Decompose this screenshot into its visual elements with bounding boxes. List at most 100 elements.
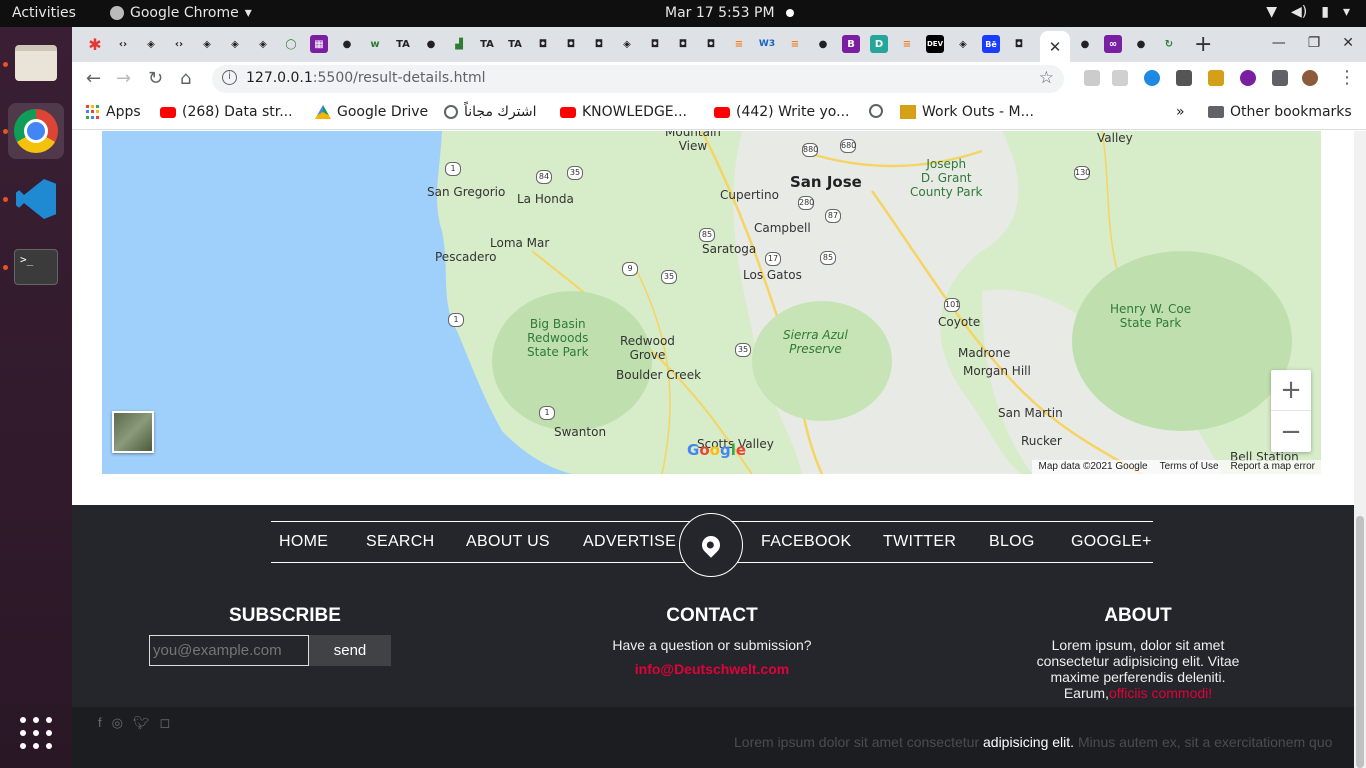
- more-bookmarks-chevron-icon[interactable]: »: [1176, 104, 1185, 120]
- profile-avatar[interactable]: [1302, 70, 1318, 86]
- footer-nav-advertise[interactable]: ADVERTISE: [583, 533, 676, 551]
- bookmark-apps[interactable]: Apps: [86, 104, 141, 120]
- footer-nav-twitter[interactable]: TWITTER: [883, 533, 956, 551]
- tab-favicon-github-icon[interactable]: ●: [1132, 35, 1150, 53]
- kebab-menu-icon[interactable]: ⋮: [1338, 67, 1356, 88]
- extension-icon[interactable]: [1084, 70, 1100, 86]
- tab-favicon-github-icon[interactable]: ●: [338, 35, 356, 53]
- dock-chrome[interactable]: [8, 103, 64, 159]
- tab-favicon-behance-icon[interactable]: Bē: [982, 35, 1000, 53]
- zoom-out-button[interactable]: −: [1271, 411, 1311, 452]
- map-report-link[interactable]: Report a map error: [1231, 461, 1315, 473]
- home-icon[interactable]: ⌂: [180, 68, 191, 89]
- location-pin-button[interactable]: [679, 513, 743, 577]
- extension-k-icon[interactable]: [1144, 70, 1160, 86]
- reload-icon[interactable]: ↻: [148, 68, 163, 89]
- page-scrollbar[interactable]: [1354, 131, 1366, 768]
- bookmark-item[interactable]: KNOWLEDGE...: [560, 104, 687, 120]
- subscribe-send-button[interactable]: send: [309, 635, 391, 666]
- tab-favicon-circle-icon[interactable]: ◯: [282, 35, 300, 53]
- tab-favicon-d-icon[interactable]: D: [870, 35, 888, 53]
- google-map[interactable]: Mountain View Valley San Jose Joseph D. …: [102, 131, 1321, 474]
- tab-favicon-box-icon[interactable]: ◘: [534, 35, 552, 53]
- dock-vscode[interactable]: [8, 171, 64, 227]
- twitter-icon[interactable]: 🐦︎: [133, 715, 150, 731]
- map-terms-link[interactable]: Terms of Use: [1160, 461, 1219, 473]
- tab-favicon-stackoverflow-icon[interactable]: ≡: [898, 35, 916, 53]
- tab-favicon-codepen-icon[interactable]: ◈: [226, 35, 244, 53]
- site-info-icon[interactable]: i: [222, 70, 237, 85]
- tab-favicon-github-icon[interactable]: ●: [814, 35, 832, 53]
- minimize-icon[interactable]: —: [1272, 35, 1286, 51]
- show-apps-icon[interactable]: [20, 717, 52, 749]
- tab-favicon-box-icon[interactable]: ◘: [702, 35, 720, 53]
- tab-favicon-code-icon[interactable]: ‹›: [114, 35, 132, 53]
- bookmark-item[interactable]: [869, 104, 889, 118]
- activities-button[interactable]: Activities: [12, 5, 76, 21]
- tab-favicon-codepen-icon[interactable]: ◈: [618, 35, 636, 53]
- footer-nav-search[interactable]: SEARCH: [366, 533, 434, 551]
- footer-nav-google-plus[interactable]: GOOGLE+: [1071, 533, 1152, 551]
- tab-favicon-github-icon[interactable]: ●: [1076, 35, 1094, 53]
- footer-nav-blog[interactable]: BLOG: [989, 533, 1035, 551]
- tab-favicon-refresh-icon[interactable]: ↻: [1160, 35, 1178, 53]
- back-icon[interactable]: ←: [86, 68, 101, 89]
- tab-favicon-w3-icon[interactable]: W3: [758, 35, 776, 53]
- satellite-toggle-button[interactable]: [112, 411, 154, 453]
- bookmark-item[interactable]: اشترك مجاناً: [444, 104, 537, 120]
- tab-favicon-box-icon[interactable]: ◘: [590, 35, 608, 53]
- footer-nav-facebook[interactable]: FACEBOOK: [761, 533, 851, 551]
- system-tray[interactable]: ▼ ◀) ▮ ▾: [1266, 4, 1350, 20]
- tab-favicon-w-icon[interactable]: w: [366, 35, 384, 53]
- system-clock[interactable]: Mar 17 5:53 PM: [665, 5, 775, 21]
- shield-extension-icon[interactable]: [1112, 70, 1128, 86]
- tab-favicon-dev-icon[interactable]: DEV: [926, 35, 944, 53]
- tab-favicon-code-icon[interactable]: ‹›: [170, 35, 188, 53]
- other-bookmarks[interactable]: Other bookmarks: [1208, 104, 1352, 120]
- extension-badge-icon[interactable]: [1240, 70, 1256, 86]
- extension-tool-icon[interactable]: [1208, 70, 1224, 86]
- bookmark-item[interactable]: (268) Data str...: [160, 104, 293, 120]
- tab-favicon-ta-icon[interactable]: TA: [506, 35, 524, 53]
- scrollbar-thumb[interactable]: [1356, 516, 1364, 768]
- forward-icon[interactable]: →: [116, 68, 131, 89]
- new-tab-icon[interactable]: +: [1194, 32, 1212, 57]
- tab-favicon-pattern-icon[interactable]: ▦: [310, 35, 328, 53]
- tab-favicon-bootstrap-icon[interactable]: B: [842, 35, 860, 53]
- tab-favicon-codepen-icon[interactable]: ◈: [954, 35, 972, 53]
- tab-close-icon[interactable]: ✕: [1049, 38, 1062, 56]
- facebook-icon[interactable]: f: [98, 715, 102, 731]
- maximize-icon[interactable]: ❐: [1308, 35, 1321, 51]
- puzzle-extensions-icon[interactable]: [1272, 70, 1288, 86]
- bookmark-star-icon[interactable]: ☆: [1039, 68, 1054, 88]
- active-tab[interactable]: ✕: [1040, 31, 1070, 62]
- dock-terminal[interactable]: >_: [8, 239, 64, 295]
- whatsapp-icon[interactable]: ◎: [112, 715, 123, 731]
- tab-favicon-stackoverflow-icon[interactable]: ≡: [730, 35, 748, 53]
- bookmark-item[interactable]: (442) Write yo...: [714, 104, 849, 120]
- footer-nav-home[interactable]: HOME: [279, 533, 328, 551]
- tab-favicon-ta-icon[interactable]: TA: [394, 35, 412, 53]
- instagram-icon[interactable]: ◻: [159, 715, 170, 731]
- subscribe-email-input[interactable]: [149, 635, 309, 666]
- tab-favicon-box-icon[interactable]: ◘: [674, 35, 692, 53]
- bookmark-item[interactable]: Work Outs - M...: [900, 104, 1034, 120]
- tab-favicon-codepen-icon[interactable]: ◈: [254, 35, 272, 53]
- tab-favicon-codepen-icon[interactable]: ◈: [142, 35, 160, 53]
- tab-favicon-github-icon[interactable]: ●: [422, 35, 440, 53]
- dock-files[interactable]: [8, 35, 64, 91]
- address-bar[interactable]: i 127.0.0.1:5500/result-details.html ☆: [212, 65, 1064, 93]
- eyedropper-extension-icon[interactable]: [1176, 70, 1192, 86]
- tab-favicon-codepen-icon[interactable]: ◈: [198, 35, 216, 53]
- tab-favicon-stackoverflow-icon[interactable]: ≡: [786, 35, 804, 53]
- tab-favicon-pattern-icon[interactable]: ∞: [1104, 35, 1122, 53]
- zoom-in-button[interactable]: +: [1271, 370, 1311, 411]
- tab-favicon-ta-icon[interactable]: TA: [478, 35, 496, 53]
- tab-favicon-box-icon[interactable]: ◘: [1010, 35, 1028, 53]
- tab-favicon-box-icon[interactable]: ◘: [646, 35, 664, 53]
- bookmark-item[interactable]: Google Drive: [315, 104, 428, 120]
- footer-nav-about-us[interactable]: ABOUT US: [466, 533, 550, 551]
- contact-email-link[interactable]: info@Deutschwelt.com: [552, 661, 872, 677]
- tab-favicon-chart-icon[interactable]: ▟: [450, 35, 468, 53]
- tab-favicon-box-icon[interactable]: ◘: [562, 35, 580, 53]
